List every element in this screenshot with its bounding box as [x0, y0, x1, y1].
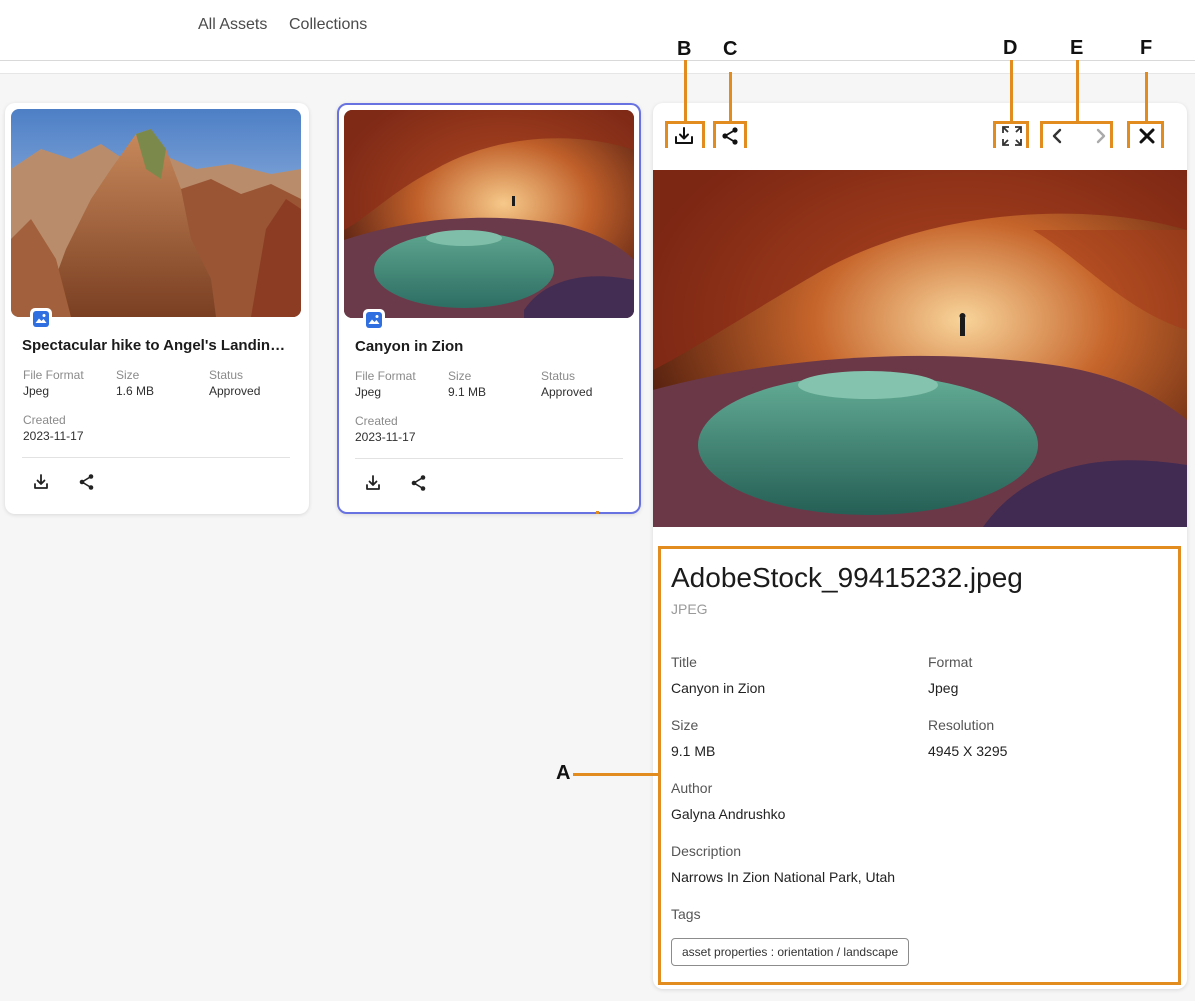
tag-chip[interactable]: asset properties : orientation / landsca…	[671, 938, 910, 966]
chevron-left-icon	[1052, 128, 1062, 144]
share-button[interactable]	[713, 123, 747, 149]
status: Status Approved	[209, 368, 261, 398]
title-field: Title Canyon in Zion	[671, 654, 766, 696]
chevron-right-icon	[1096, 128, 1106, 144]
next-asset-button[interactable]	[1086, 123, 1116, 149]
nav-collections[interactable]: Collections	[289, 16, 367, 34]
callout-line-a	[573, 773, 659, 776]
download-icon	[675, 127, 693, 144]
share-icon	[722, 127, 738, 145]
image-type-icon	[30, 308, 52, 330]
asset-thumbnail[interactable]	[11, 109, 301, 317]
share-button[interactable]	[76, 471, 98, 493]
file-format: File Format Jpeg	[355, 369, 416, 399]
callout-label-f: F	[1140, 37, 1153, 59]
file-size: Size 1.6 MB	[116, 368, 155, 398]
share-icon	[79, 474, 94, 490]
close-icon	[1139, 128, 1155, 144]
format-field: Format Jpeg	[928, 654, 973, 696]
author-field: Author Galyna Andrushko	[671, 780, 786, 822]
tags-label: Tags	[671, 906, 701, 922]
created-date: Created 2023-11-17	[355, 414, 416, 444]
created-date: Created 2023-11-17	[23, 413, 84, 443]
callout-label-b: B	[677, 38, 692, 60]
divider	[355, 458, 623, 459]
share-button[interactable]	[408, 472, 430, 494]
asset-details-panel: AdobeStock_99415232.jpeg JPEG Title Canyo…	[653, 103, 1187, 989]
download-icon	[34, 474, 48, 489]
asset-title[interactable]: Canyon in Zion	[355, 338, 627, 355]
size-field: Size 9.1 MB	[671, 717, 716, 759]
image-type-icon	[363, 309, 385, 331]
file-size: Size 9.1 MB	[448, 369, 487, 399]
asset-filetype: JPEG	[671, 601, 708, 617]
asset-card[interactable]: Spectacular hike to Angel's Landing i...…	[5, 103, 309, 514]
asset-filename: AdobeStock_99415232.jpeg	[671, 562, 1023, 593]
resolution-field: Resolution 4945 X 3295	[928, 717, 1008, 759]
description-field: Description Narrows In Zion National Park…	[671, 843, 896, 885]
fullscreen-icon	[1002, 126, 1022, 146]
nav-all-assets[interactable]: All Assets	[198, 16, 267, 34]
callout-label-c: C	[723, 38, 738, 60]
asset-preview-image	[653, 170, 1187, 527]
file-format: File Format Jpeg	[23, 368, 84, 398]
download-icon	[366, 475, 380, 490]
close-button[interactable]	[1130, 123, 1164, 149]
share-icon	[411, 475, 426, 491]
asset-thumbnail[interactable]	[344, 110, 634, 318]
callout-label-a: A	[556, 762, 571, 784]
asset-card-selected[interactable]: Canyon in Zion File Format Jpeg Size 9.1 M…	[337, 103, 641, 514]
divider	[22, 457, 290, 458]
asset-title[interactable]: Spectacular hike to Angel's Landing i...	[22, 337, 294, 354]
toolbar-band	[0, 61, 1195, 74]
asset-metadata: AdobeStock_99415232.jpeg JPEG Title Canyo…	[659, 546, 1181, 984]
fullscreen-button[interactable]	[995, 123, 1029, 149]
callout-label-d: D	[1003, 37, 1018, 59]
status: Status Approved	[541, 369, 593, 399]
download-button[interactable]	[30, 471, 52, 493]
callout-label-e: E	[1070, 37, 1084, 59]
download-button[interactable]	[362, 472, 384, 494]
download-button[interactable]	[667, 123, 701, 149]
previous-asset-button[interactable]	[1042, 123, 1072, 149]
